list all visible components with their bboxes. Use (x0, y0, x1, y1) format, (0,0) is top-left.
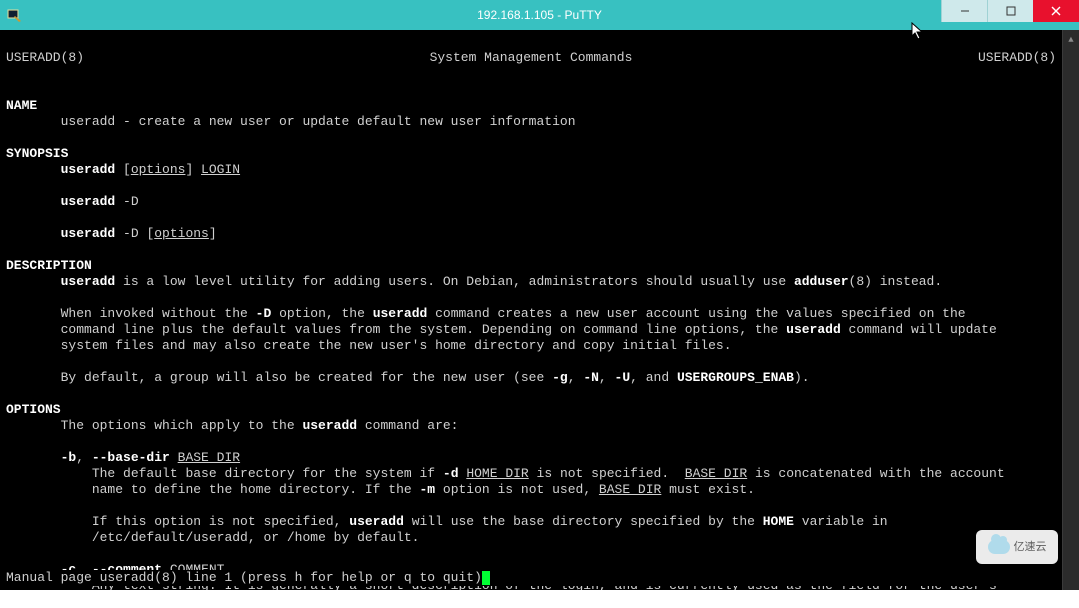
terminal-area: USERADD(8) System Management Commands USER… (0, 30, 1079, 590)
minimize-button[interactable] (941, 0, 987, 22)
close-button[interactable] (1033, 0, 1079, 22)
cloud-icon (988, 540, 1010, 554)
window-titlebar[interactable]: 192.168.1.105 - PuTTY (0, 0, 1079, 30)
section-synopsis: SYNOPSIS (6, 146, 68, 161)
section-name: NAME (6, 98, 37, 113)
vertical-scrollbar[interactable]: ▲ (1062, 30, 1079, 590)
man-header-center: System Management Commands (430, 50, 633, 66)
watermark-badge: 亿速云 (976, 530, 1058, 564)
maximize-button[interactable] (987, 0, 1033, 22)
man-header-left: USERADD(8) (6, 50, 84, 66)
man-status-line: Manual page useradd(8) line 1 (press h f… (6, 570, 1062, 586)
man-header-right: USERADD(8) (978, 50, 1056, 66)
name-line: useradd - create a new user or update de… (61, 114, 576, 129)
scroll-up-arrow[interactable]: ▲ (1064, 32, 1079, 47)
window-controls (941, 0, 1079, 22)
section-description: DESCRIPTION (6, 258, 92, 273)
putty-icon (0, 0, 30, 30)
section-options: OPTIONS (6, 402, 61, 417)
terminal-cursor (482, 571, 490, 585)
window-title: 192.168.1.105 - PuTTY (477, 8, 602, 22)
terminal-output[interactable]: USERADD(8) System Management Commands USER… (0, 30, 1062, 590)
